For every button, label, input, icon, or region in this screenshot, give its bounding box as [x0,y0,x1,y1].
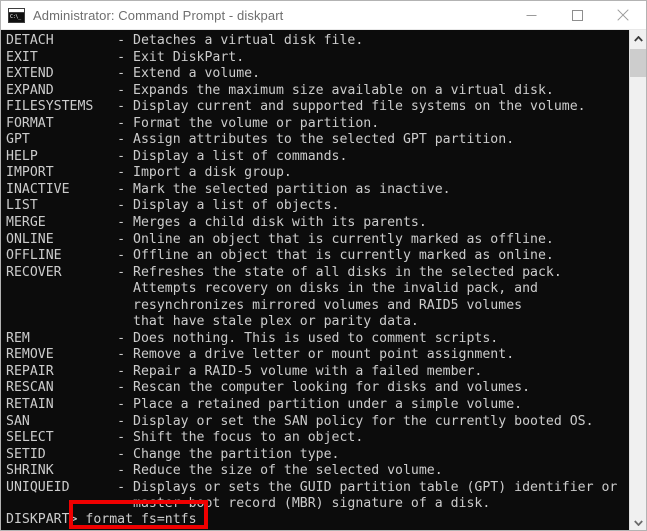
console-prompt-line[interactable]: DISKPART> format fs=ntfs [6,512,197,529]
command-prompt-window: C:\_ Administrator: Command Prompt - dis… [0,0,647,531]
title-bar[interactable]: C:\_ Administrator: Command Prompt - dis… [1,1,646,30]
command-prompt-icon: C:\_ [8,7,25,23]
close-button[interactable] [600,1,646,30]
scroll-down-button[interactable] [630,514,646,530]
console-help-text: DETACH - Detaches a virtual disk file. E… [6,33,618,512]
maximize-icon [571,9,583,21]
window-title: Administrator: Command Prompt - diskpart [33,7,284,23]
minimize-button[interactable] [508,1,554,30]
minimize-icon [526,14,536,16]
prompt-label: DISKPART> [6,512,86,528]
window-controls [508,1,646,30]
console-output-area[interactable]: DETACH - Detaches a virtual disk file. E… [1,30,629,530]
close-icon [617,9,629,21]
maximize-button[interactable] [554,1,600,30]
vertical-scrollbar[interactable] [629,30,646,530]
chevron-up-icon [634,35,643,42]
chevron-down-icon [634,519,643,526]
scroll-up-button[interactable] [630,30,646,47]
icon-console-glyph: C:\_ [9,12,24,22]
command-input-text[interactable]: format fs=ntfs [85,512,196,527]
scrollbar-thumb[interactable] [630,49,646,77]
